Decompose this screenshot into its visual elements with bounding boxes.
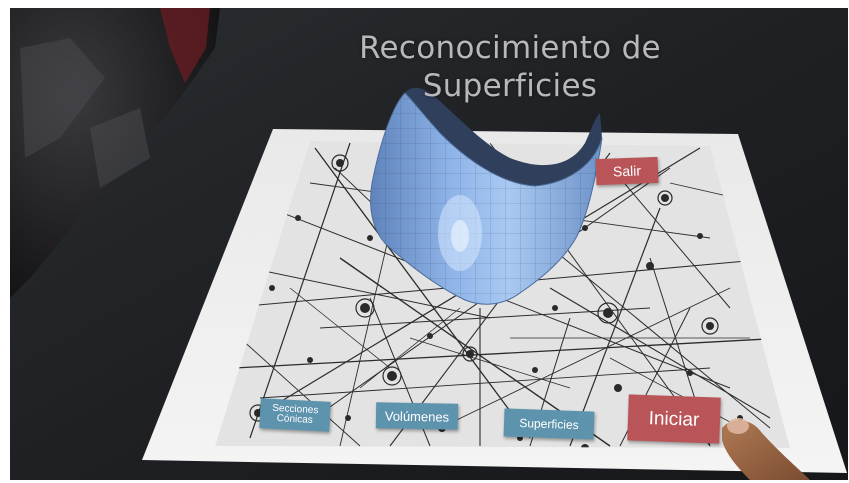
conic-sections-label-line2: Cónicas (276, 413, 314, 426)
start-button-label: Iniciar (648, 407, 700, 431)
surfaces-button-label: Superficies (519, 415, 579, 433)
exit-button-label: Salir (612, 162, 642, 180)
title-line-2: Superficies (422, 68, 598, 104)
start-button[interactable]: Iniciar (627, 394, 721, 444)
camera-view: Reconocimiento de Superficies Salir Secc… (10, 8, 848, 480)
surfaces-button[interactable]: Superficies (503, 408, 595, 440)
exit-button[interactable]: Salir (595, 156, 659, 186)
title-line-1: Reconocimiento de (359, 30, 661, 66)
volumes-button-label: Volúmenes (384, 407, 450, 425)
conic-sections-button[interactable]: Secciones Cónicas (259, 398, 331, 432)
volumes-button[interactable]: Volúmenes (375, 402, 459, 430)
title-overlay: Reconocimiento de Superficies (300, 30, 720, 110)
